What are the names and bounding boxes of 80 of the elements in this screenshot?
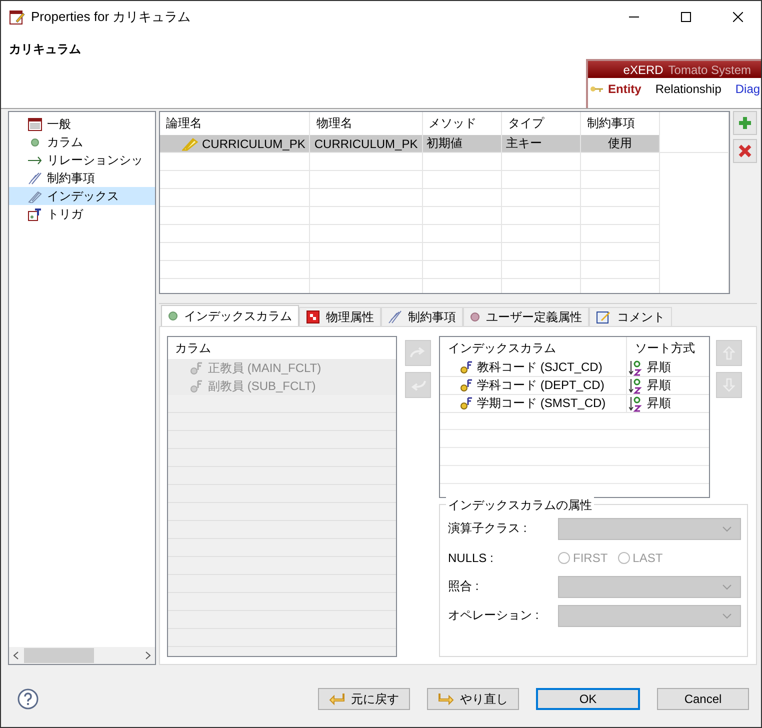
brand-name: eXERD — [623, 62, 664, 76]
table-row[interactable]: CURRICULUM_PK CURRICULUM_PK 初期値 主キー 使用 — [160, 135, 728, 152]
cancel-button[interactable]: Cancel — [657, 688, 749, 710]
tab[interactable]: 物理属性 — [299, 307, 381, 326]
tree-item[interactable]: インデックス — [9, 187, 155, 205]
checker-icon — [306, 310, 320, 324]
chevron-down-icon — [722, 612, 732, 618]
tab[interactable]: インデックスカラム — [161, 305, 299, 326]
column-header[interactable]: インデックスカラム — [440, 337, 626, 359]
curved-arrow-icon — [438, 692, 454, 706]
table-cell: 初期値 — [426, 135, 463, 152]
move-down-button[interactable] — [716, 372, 742, 398]
redo-button[interactable]: やり直し — [427, 688, 519, 710]
tree-item[interactable]: リレーションシッ — [9, 151, 155, 169]
tree-item[interactable]: 制約事項 — [9, 169, 155, 187]
key-icon — [590, 85, 604, 93]
x-mark-icon — [738, 144, 752, 158]
field-label: 照合 : — [448, 578, 480, 595]
help-icon[interactable] — [17, 688, 39, 710]
notepad-icon — [596, 310, 611, 324]
curved-arrow-icon — [329, 692, 345, 706]
dot-icon — [28, 136, 42, 148]
sort-az-icon — [629, 360, 643, 376]
trigger-icon — [28, 208, 42, 220]
tab[interactable]: ユーザー定義属性 — [463, 307, 589, 326]
column-key-icon — [460, 361, 473, 374]
list-header: カラム — [175, 340, 211, 356]
plus-icon — [738, 116, 752, 130]
dot-icon — [470, 312, 480, 322]
table-cell: 使用 — [608, 135, 632, 152]
banner-link[interactable]: Diag — [735, 82, 760, 96]
banner-link[interactable]: Entity — [590, 82, 642, 96]
close-icon — [733, 12, 743, 22]
chevron-down-icon — [722, 526, 732, 532]
column-key-icon — [190, 362, 203, 374]
scroll-left-icon — [13, 651, 19, 660]
tab[interactable]: コメント — [589, 307, 672, 326]
banner-link[interactable]: Relationship — [655, 82, 722, 96]
field-label: オペレーション : — [448, 607, 540, 624]
move-up-button[interactable] — [716, 340, 742, 366]
table-cell: 学科コード (DEPT_CD) — [477, 377, 604, 394]
field-label: NULLS : — [448, 550, 494, 564]
page-title: カリキュラム — [9, 41, 81, 58]
scroll-right-icon — [145, 651, 151, 660]
chevron-down-icon — [722, 584, 732, 590]
product-name: Tomato System — [668, 62, 751, 76]
move-left-button[interactable] — [405, 372, 431, 398]
undo-button[interactable]: 元に戻す — [318, 688, 410, 710]
add-button[interactable] — [733, 111, 757, 135]
ok-button[interactable]: OK — [536, 688, 640, 710]
field-label: 演算子クラス : — [448, 520, 528, 537]
maximize-icon — [681, 12, 691, 22]
table-cell: 昇順 — [647, 359, 671, 376]
delete-button[interactable] — [733, 139, 757, 163]
move-right-button[interactable] — [405, 340, 431, 366]
tree-item[interactable]: トリガ — [9, 205, 155, 223]
column-key-icon — [460, 397, 473, 410]
column-key-icon — [460, 379, 473, 392]
tree-item[interactable]: カラム — [9, 133, 155, 151]
chain-link-icon — [28, 172, 42, 184]
table-cell: 昇順 — [647, 395, 671, 412]
tab[interactable]: 制約事項 — [381, 307, 463, 326]
table-cell: 教科コード (SJCT_CD) — [477, 359, 602, 376]
sort-az-icon — [629, 396, 643, 412]
table-cell: 主キー — [506, 135, 542, 152]
notepad-pencil-icon — [9, 8, 25, 24]
column-header[interactable]: ソート方式 — [626, 337, 709, 359]
table-cell: 昇順 — [647, 377, 671, 394]
group-legend: インデックスカラムの属性 — [446, 497, 594, 514]
table-cell: 学期コード (SMST_CD) — [477, 395, 606, 412]
tree-item[interactable]: 一般 — [9, 115, 155, 133]
window-title: Properties for カリキュラム — [31, 8, 192, 26]
sort-az-icon — [629, 378, 643, 394]
dot-icon — [168, 311, 178, 321]
column-key-icon — [190, 380, 203, 392]
chain-link-icon — [388, 310, 402, 324]
table-cell: CURRICULUM_PK — [202, 136, 306, 150]
table-icon — [28, 118, 42, 130]
horizontal-scrollbar[interactable] — [9, 647, 155, 664]
table-cell: CURRICULUM_PK — [314, 136, 418, 150]
